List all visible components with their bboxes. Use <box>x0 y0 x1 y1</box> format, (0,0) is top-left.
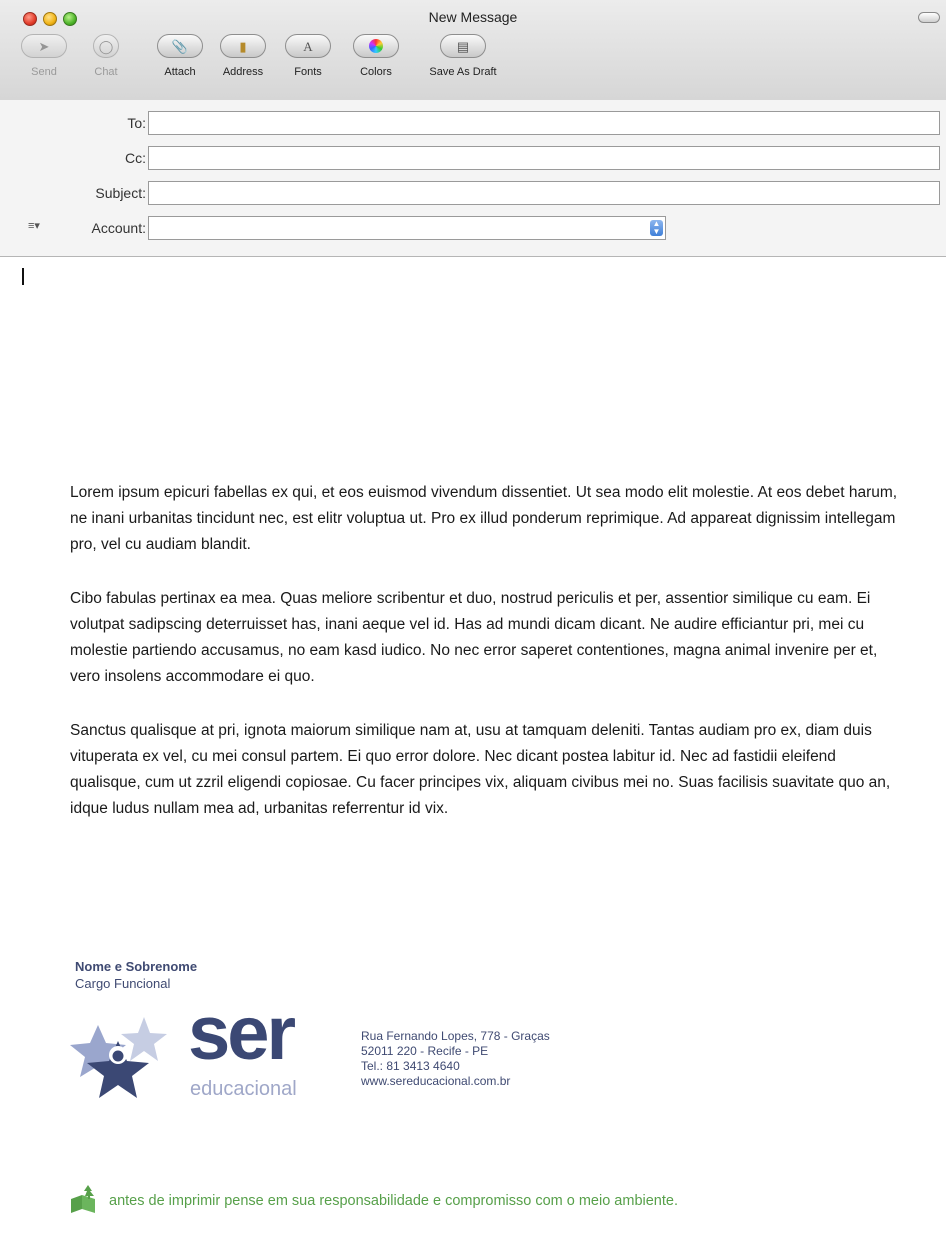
address-line: Rua Fernando Lopes, 778 - Graças <box>361 1029 550 1043</box>
body-paragraph-3: Sanctus qualisque at pri, ignota maiorum… <box>70 722 891 817</box>
fonts-button[interactable]: A Fonts <box>272 34 344 92</box>
signature-role: Cargo Funcional <box>75 976 171 991</box>
save-draft-button[interactable]: ▤ Save As Draft <box>418 34 508 92</box>
chat-icon: ◯ <box>98 38 114 54</box>
stepper-icon: ▲ ▼ <box>650 220 663 236</box>
to-label: To: <box>127 115 146 131</box>
to-field[interactable] <box>148 111 940 135</box>
subject-field[interactable] <box>148 181 940 205</box>
chat-label: Chat <box>94 66 118 78</box>
attach-button[interactable]: 📎 Attach <box>144 34 216 92</box>
text-cursor <box>22 268 24 285</box>
send-button[interactable]: ➤ Send <box>8 34 80 92</box>
body-paragraph-2: Cibo fabulas pertinax ea mea. Quas melio… <box>70 590 878 685</box>
account-row: ≡▾ Account: ▲ ▼ <box>0 216 946 242</box>
send-icon: ➤ <box>38 38 50 54</box>
header-options-menu[interactable]: ≡▾ <box>28 219 62 237</box>
toolbar-toggle-button[interactable] <box>918 12 940 23</box>
account-select[interactable]: ▲ ▼ <box>148 216 666 240</box>
colors-label: Colors <box>360 66 392 78</box>
cc-field[interactable] <box>148 146 940 170</box>
send-label: Send <box>31 66 57 78</box>
website-link[interactable]: www.sereducacional.com.br <box>361 1074 550 1089</box>
tree-icon <box>71 1185 95 1213</box>
logo-word: ser <box>188 991 296 1076</box>
chat-button[interactable]: ◯ Chat <box>78 34 134 92</box>
attach-label: Attach <box>164 66 196 78</box>
subject-row: Subject: <box>0 181 946 207</box>
cc-row: Cc: <box>0 146 946 172</box>
account-label: Account: <box>91 220 146 236</box>
postal-line: 52011 220 - Recife - PE <box>361 1044 489 1058</box>
save-draft-label: Save As Draft <box>429 66 497 78</box>
list-menu-icon: ≡▾ <box>28 220 40 232</box>
phone-line: Tel.: 81 3413 4640 <box>361 1059 460 1073</box>
ser-educacional-logo: ser educacional <box>70 991 310 1110</box>
fonts-label: Fonts <box>294 66 322 78</box>
signature-address: Rua Fernando Lopes, 778 - Graças 52011 2… <box>361 1029 550 1089</box>
cc-label: Cc: <box>125 150 146 166</box>
save-draft-icon: ▤ <box>456 38 470 54</box>
signature-name: Nome e Sobrenome <box>75 959 198 974</box>
star-figure-icon <box>70 1017 167 1098</box>
fonts-icon: A <box>303 38 313 54</box>
body-paragraph-1: Lorem ipsum epicuri fabellas ex qui, et … <box>70 484 898 553</box>
message-headers: To: Cc: Subject: ≡▾ Account: ▲ ▼ <box>0 100 946 257</box>
address-book-icon: ▮ <box>239 38 247 54</box>
eco-note: antes de imprimir pense em sua responsab… <box>109 1193 678 1209</box>
colors-button[interactable]: Colors <box>340 34 412 92</box>
color-wheel-icon <box>369 39 383 53</box>
subject-label: Subject: <box>95 185 146 201</box>
address-button[interactable]: ▮ Address <box>207 34 279 92</box>
window-title: New Message <box>428 9 518 25</box>
address-label: Address <box>222 66 264 78</box>
to-row: To: <box>0 111 946 137</box>
window-toolbar: New Message ➤ Send ◯ Chat 📎 Attach ▮ Add… <box>0 0 946 101</box>
attach-icon: 📎 <box>171 38 189 54</box>
logo-subtitle: educacional <box>190 1078 297 1100</box>
